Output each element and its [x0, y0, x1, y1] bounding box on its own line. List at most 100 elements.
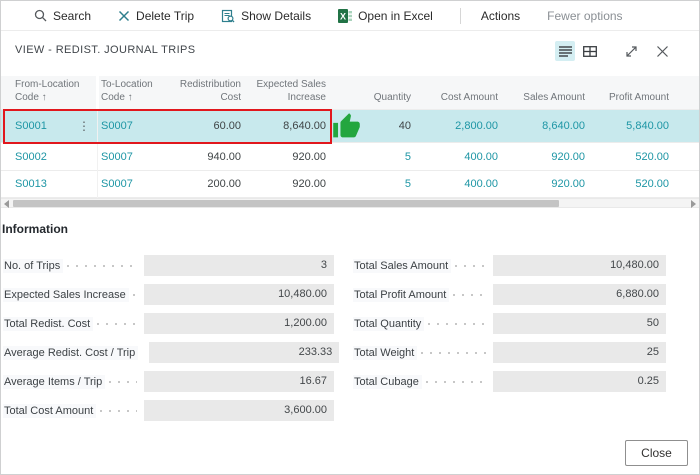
expand-button[interactable]: [621, 41, 641, 61]
search-button[interactable]: Search: [34, 9, 91, 23]
col-header-redistribution-cost[interactable]: Redistribution Cost: [173, 79, 249, 104]
info-field-label: Total Quantity: [353, 317, 424, 331]
dotted-leader: [455, 265, 486, 267]
cell-quantity[interactable]: 5: [334, 151, 419, 163]
frozen-column-divider: [96, 76, 99, 110]
close-icon: [656, 45, 669, 58]
scroll-left-arrow[interactable]: [4, 200, 9, 208]
col-header-quantity[interactable]: Quantity: [334, 92, 419, 105]
dotted-leader: [67, 265, 137, 267]
cell-sales-amount[interactable]: 8,640.00: [506, 120, 593, 132]
fewer-options-label: Fewer options: [547, 9, 622, 23]
info-field-no-of-trips: No. of Trips 3: [3, 251, 334, 280]
from-location-link[interactable]: S0002: [15, 151, 47, 163]
dotted-leader: [428, 323, 486, 325]
cell-profit-amount[interactable]: 5,840.00: [593, 120, 677, 132]
horizontal-scrollbar[interactable]: [1, 198, 699, 208]
table-row[interactable]: S0013 S0007 200.00 920.00 5 400.00 920.0…: [1, 171, 699, 198]
excel-icon: X: [338, 9, 352, 23]
info-field-total-profit-amount: Total Profit Amount 6,880.00: [353, 280, 666, 309]
dotted-leader: [421, 352, 486, 354]
col-header-from-location[interactable]: From-Location Code ↑: [1, 79, 97, 104]
cell-sales-amount[interactable]: 920.00: [506, 151, 593, 163]
info-field-label: Total Sales Amount: [353, 259, 451, 273]
cell-redistribution-cost: 60.00: [173, 120, 249, 132]
info-field-value: 10,480.00: [144, 284, 334, 305]
dotted-leader: [100, 410, 137, 412]
svg-text:X: X: [340, 11, 346, 21]
info-field-label: No. of Trips: [3, 259, 63, 273]
info-field-value: 233.33: [149, 342, 339, 363]
info-field-label: Average Redist. Cost / Trip: [3, 346, 138, 360]
info-field-total-cost-amount: Total Cost Amount 3,600.00: [3, 396, 334, 425]
to-location-link[interactable]: S0007: [101, 178, 133, 190]
close-dialog-button[interactable]: [652, 41, 672, 61]
info-field-value: 50: [493, 313, 666, 334]
column-grid-line: [97, 110, 98, 198]
to-location-link[interactable]: S0007: [101, 151, 133, 163]
col-header-profit-amount[interactable]: Profit Amount: [593, 92, 677, 105]
actions-label: Actions: [481, 9, 520, 23]
dotted-leader: [97, 323, 137, 325]
cell-quantity[interactable]: 5: [334, 178, 419, 190]
dotted-leader: [109, 381, 137, 383]
to-location-link[interactable]: S0007: [101, 120, 133, 132]
cell-cost-amount[interactable]: 400.00: [419, 178, 506, 190]
info-field-value: 25: [493, 342, 666, 363]
show-details-button[interactable]: Show Details: [221, 9, 311, 23]
thumbs-up-icon: [332, 112, 361, 141]
row-menu-icon[interactable]: ⋮: [78, 120, 90, 132]
list-view-button[interactable]: [555, 41, 575, 61]
dotted-leader: [426, 381, 486, 383]
info-field-total-redist-cost: Total Redist. Cost 1,200.00: [3, 309, 334, 338]
cell-profit-amount[interactable]: 520.00: [593, 151, 677, 163]
from-location-link[interactable]: S0001: [15, 120, 47, 132]
from-location-link[interactable]: S0013: [15, 178, 47, 190]
info-field-label: Total Cubage: [353, 375, 422, 389]
col-header-cost-amount[interactable]: Cost Amount: [419, 92, 506, 105]
scroll-right-arrow[interactable]: [691, 200, 696, 208]
info-field-total-weight: Total Weight 25: [353, 338, 666, 367]
scrollbar-thumb[interactable]: [13, 200, 559, 207]
card-view-icon: [583, 46, 597, 57]
open-in-excel-button[interactable]: X Open in Excel: [338, 9, 433, 23]
show-details-label: Show Details: [241, 9, 311, 23]
info-field-label: Total Weight: [353, 346, 417, 360]
delete-trip-button[interactable]: Delete Trip: [118, 9, 194, 23]
delete-trip-label: Delete Trip: [136, 9, 194, 23]
cell-cost-amount[interactable]: 2,800.00: [419, 120, 506, 132]
title-bar: VIEW - REDIST. JOURNAL TRIPS: [1, 31, 699, 69]
info-field-total-sales-amount: Total Sales Amount 10,480.00: [353, 251, 666, 280]
cell-redistribution-cost: 200.00: [173, 178, 249, 190]
cell-redistribution-cost: 940.00: [173, 151, 249, 163]
expand-icon: [624, 44, 639, 59]
info-field-label: Total Cost Amount: [3, 404, 96, 418]
info-field-value: 0.25: [493, 371, 666, 392]
dotted-leader: [453, 294, 486, 296]
info-field-total-quantity: Total Quantity 50: [353, 309, 666, 338]
cell-expected-sales-increase: 8,640.00: [249, 120, 334, 132]
table-row[interactable]: S0002 S0007 940.00 920.00 5 400.00 920.0…: [1, 143, 699, 171]
cell-profit-amount[interactable]: 520.00: [593, 178, 677, 190]
redist-journal-trips-dialog: Search Delete Trip Show Details X Open i…: [0, 0, 700, 475]
card-view-button[interactable]: [580, 41, 600, 61]
open-in-excel-label: Open in Excel: [358, 9, 433, 23]
col-header-expected-sales-increase[interactable]: Expected Sales Increase: [249, 79, 334, 104]
col-header-sales-amount[interactable]: Sales Amount: [506, 92, 593, 105]
information-heading: Information: [2, 222, 68, 236]
dotted-leader: [133, 294, 137, 296]
col-header-to-location[interactable]: To-Location Code ↑: [97, 79, 173, 104]
page-title: VIEW - REDIST. JOURNAL TRIPS: [15, 44, 196, 56]
cell-sales-amount[interactable]: 920.00: [506, 178, 593, 190]
cell-cost-amount[interactable]: 400.00: [419, 151, 506, 163]
cell-expected-sales-increase: 920.00: [249, 151, 334, 163]
info-field-average-redist-cost-per-trip: Average Redist. Cost / Trip 233.33: [3, 338, 334, 367]
show-details-icon: [221, 9, 235, 23]
actions-menu[interactable]: Actions: [481, 9, 520, 23]
info-field-total-cubage: Total Cubage 0.25: [353, 367, 666, 396]
close-button[interactable]: Close: [625, 440, 688, 466]
fewer-options-button[interactable]: Fewer options: [547, 9, 622, 23]
info-field-label: Expected Sales Increase: [3, 288, 129, 302]
table-header-row: From-Location Code ↑ To-Location Code ↑ …: [1, 76, 699, 110]
info-field-label: Total Redist. Cost: [3, 317, 93, 331]
